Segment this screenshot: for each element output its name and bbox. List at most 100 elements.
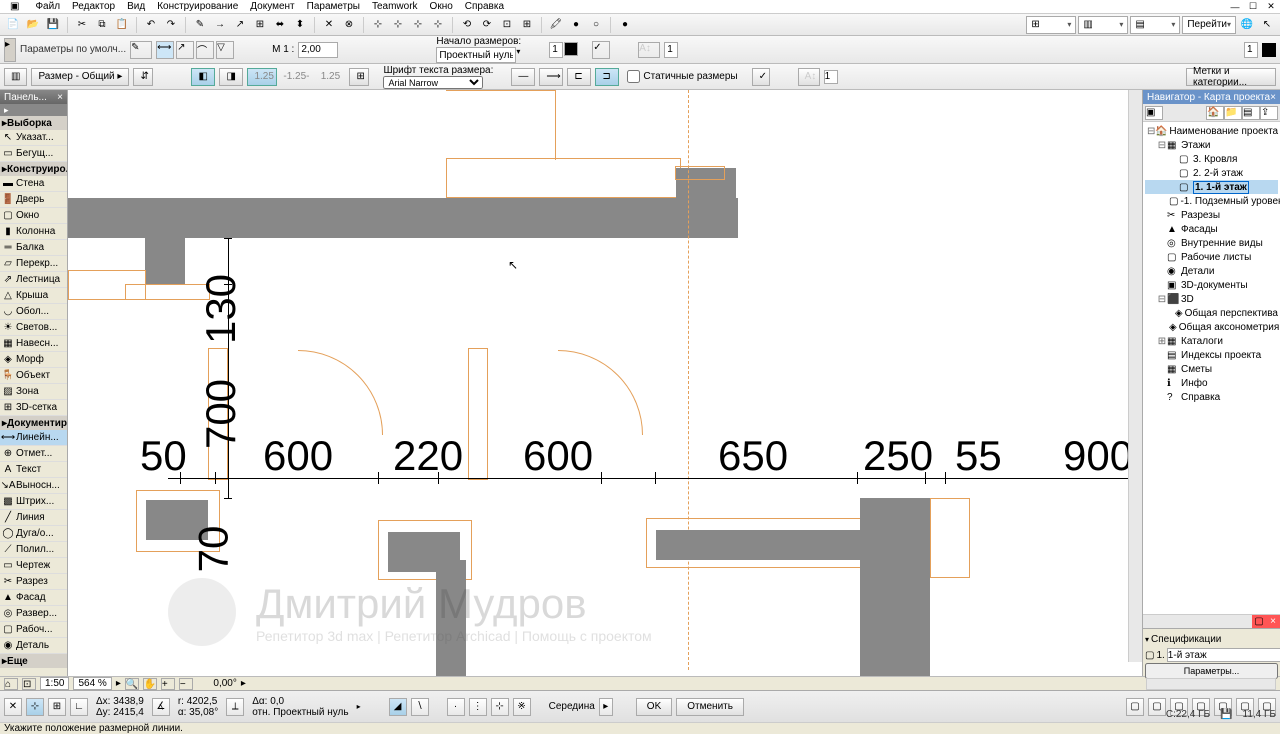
tool-line[interactable]: ╱Линия <box>0 510 67 526</box>
tool-icon[interactable]: ⬌ <box>271 16 289 34</box>
tool-drawing[interactable]: ▭Чертеж <box>0 558 67 574</box>
tool-zone[interactable]: ▨Зона <box>0 384 67 400</box>
tool-icon[interactable]: ⬍ <box>291 16 309 34</box>
view-mode-dropdown[interactable]: ⊞▾ <box>1026 16 1076 34</box>
close-button[interactable]: ✕ <box>1262 0 1280 13</box>
snap-icon[interactable]: ⊹ <box>369 16 387 34</box>
line-style-icon[interactable]: ⊏ <box>567 68 591 86</box>
tool-section[interactable]: ✂Разрез <box>0 574 67 590</box>
tree-floors[interactable]: ⊟▦Этажи <box>1145 138 1278 152</box>
tool-object[interactable]: 🪑Объект <box>0 368 67 384</box>
menu-document[interactable]: Документ <box>244 1 300 12</box>
tool-label[interactable]: ↘AВыносн... <box>0 478 67 494</box>
unit-icon[interactable]: ⊞ <box>349 68 369 86</box>
menu-editor[interactable]: Редактор <box>66 1 121 12</box>
tree-worksheets[interactable]: ▢Рабочие листы <box>1145 250 1278 264</box>
tool-window[interactable]: ▢Окно <box>0 208 67 224</box>
arrow-icon[interactable]: ▸ <box>0 104 67 116</box>
tool-icon[interactable]: ⊞ <box>251 16 269 34</box>
dim-style-linear[interactable]: ⟷ <box>156 41 174 59</box>
tool-fill[interactable]: ▩Штрих... <box>0 494 67 510</box>
text-style-icon[interactable]: A↕ <box>798 68 820 86</box>
num-input[interactable] <box>664 42 678 58</box>
zoom-icon[interactable]: 🔍 <box>125 678 139 690</box>
origin-input[interactable] <box>436 47 516 63</box>
close-icon[interactable]: × <box>57 92 63 103</box>
undo-icon[interactable]: ↶ <box>142 16 160 34</box>
drawing-canvas[interactable]: 130 700 70 50 600 220 600 650 250 55 900… <box>68 90 1142 676</box>
zoomout-icon[interactable]: − <box>179 678 193 690</box>
flip-icon[interactable]: ⇵ <box>133 68 153 86</box>
nav-tab[interactable]: ▣ <box>1145 106 1163 120</box>
section-select[interactable]: ▸ Выборка <box>0 116 67 130</box>
snap-btn[interactable]: · <box>447 698 465 716</box>
new-icon[interactable]: 📄 <box>4 16 22 34</box>
font-select[interactable]: Arial Narrow <box>383 76 483 89</box>
open-icon[interactable]: 📂 <box>24 16 42 34</box>
tool-icon[interactable]: ⊞ <box>518 16 536 34</box>
snap-icon[interactable]: ⊹ <box>389 16 407 34</box>
status-icon[interactable]: ∡ <box>152 698 170 716</box>
snap-icon[interactable]: ⊹ <box>409 16 427 34</box>
fit-icon[interactable]: ⊡ <box>22 678 36 690</box>
tree-floor[interactable]: ▢3. Кровля <box>1145 152 1278 166</box>
num-input[interactable] <box>549 42 563 58</box>
globe-icon[interactable]: 🌐 <box>1238 16 1256 34</box>
nav-tab-views[interactable]: 📁 <box>1224 106 1242 120</box>
pen-icon[interactable]: ✎ <box>130 41 152 59</box>
menu-construct[interactable]: Конструирование <box>151 1 244 12</box>
num-input[interactable] <box>1244 42 1258 58</box>
tool-pointer[interactable]: ↖Указат... <box>0 130 67 146</box>
dim-style-elev[interactable]: ▽ <box>216 41 234 59</box>
menu-window[interactable]: Окно <box>424 1 459 12</box>
tool-arc[interactable]: ◯Дуга/о... <box>0 526 67 542</box>
line-style-icon[interactable]: ⊐ <box>595 68 619 86</box>
tool-icon[interactable]: ● <box>567 16 585 34</box>
navigator-tree[interactable]: ⊟🏠Наименование проекта ⊟▦Этажи ▢3. Кровл… <box>1143 122 1280 614</box>
tree-interior[interactable]: ◎Внутренние виды <box>1145 236 1278 250</box>
status-icon[interactable]: ▢ <box>1148 698 1166 716</box>
view-mode-dropdown[interactable]: ▥▾ <box>1078 16 1128 34</box>
mode-icon[interactable]: ◧ <box>191 68 215 86</box>
save-icon[interactable]: 💾 <box>44 16 62 34</box>
tool-text[interactable]: AТекст <box>0 462 67 478</box>
tool-icon[interactable]: ✎ <box>191 16 209 34</box>
num-input[interactable] <box>824 70 838 84</box>
size-dropdown[interactable]: Размер - Общий ▸ <box>31 68 129 86</box>
close-alert-icon[interactable]: × <box>1266 615 1280 628</box>
tree-info[interactable]: ℹИнфо <box>1145 376 1278 390</box>
tool-worksheet[interactable]: ▢Рабоч... <box>0 622 67 638</box>
close-icon[interactable]: × <box>1270 92 1276 103</box>
tree-3ddocs[interactable]: ▣3D-документы <box>1145 278 1278 292</box>
status-icon[interactable]: ✕ <box>4 698 22 716</box>
tool-interior[interactable]: ◎Развер... <box>0 606 67 622</box>
expand-icon[interactable]: ▸ <box>4 38 16 62</box>
tool-mesh[interactable]: ⊞3D-сетка <box>0 400 67 416</box>
highlight-icon[interactable]: 🖍 <box>547 16 565 34</box>
snap-btn[interactable]: ∖ <box>411 698 429 716</box>
pointer-icon[interactable]: ↖ <box>1258 16 1276 34</box>
view-mode-dropdown[interactable]: ▤▾ <box>1130 16 1180 34</box>
copy-icon[interactable]: ⧉ <box>93 16 111 34</box>
tool-beam[interactable]: ═Балка <box>0 240 67 256</box>
goto-dropdown[interactable]: Перейти▾ <box>1182 16 1236 34</box>
snap-icon[interactable]: ⊹ <box>429 16 447 34</box>
maximize-button[interactable]: ☐ <box>1244 0 1262 13</box>
cut-icon[interactable]: ✂ <box>73 16 91 34</box>
tree-floor[interactable]: ▢-1. Подземный уровень <box>1145 194 1278 208</box>
tool-icon[interactable]: ⟳ <box>478 16 496 34</box>
tool-column[interactable]: ▮Колонна <box>0 224 67 240</box>
scrollbar-vertical[interactable] <box>1128 90 1142 662</box>
color-swatch[interactable] <box>1262 43 1276 57</box>
layer-button[interactable]: ▥ <box>4 68 27 86</box>
tree-elevations[interactable]: ▲Фасады <box>1145 222 1278 236</box>
tree-estimates[interactable]: ▦Сметы <box>1145 362 1278 376</box>
tool-icon[interactable]: ✕ <box>320 16 338 34</box>
tool-slab[interactable]: ▱Перекр... <box>0 256 67 272</box>
text-style-icon[interactable]: A↕ <box>638 42 660 58</box>
zoom-value[interactable]: 564 % <box>73 677 111 690</box>
tree-catalogs[interactable]: ⊞▦Каталоги <box>1145 334 1278 348</box>
section-construct[interactable]: ▸ Конструиро... <box>0 162 67 176</box>
dim-style-arc[interactable]: ⌒ <box>196 41 214 59</box>
check-icon[interactable]: ✓ <box>592 41 610 59</box>
